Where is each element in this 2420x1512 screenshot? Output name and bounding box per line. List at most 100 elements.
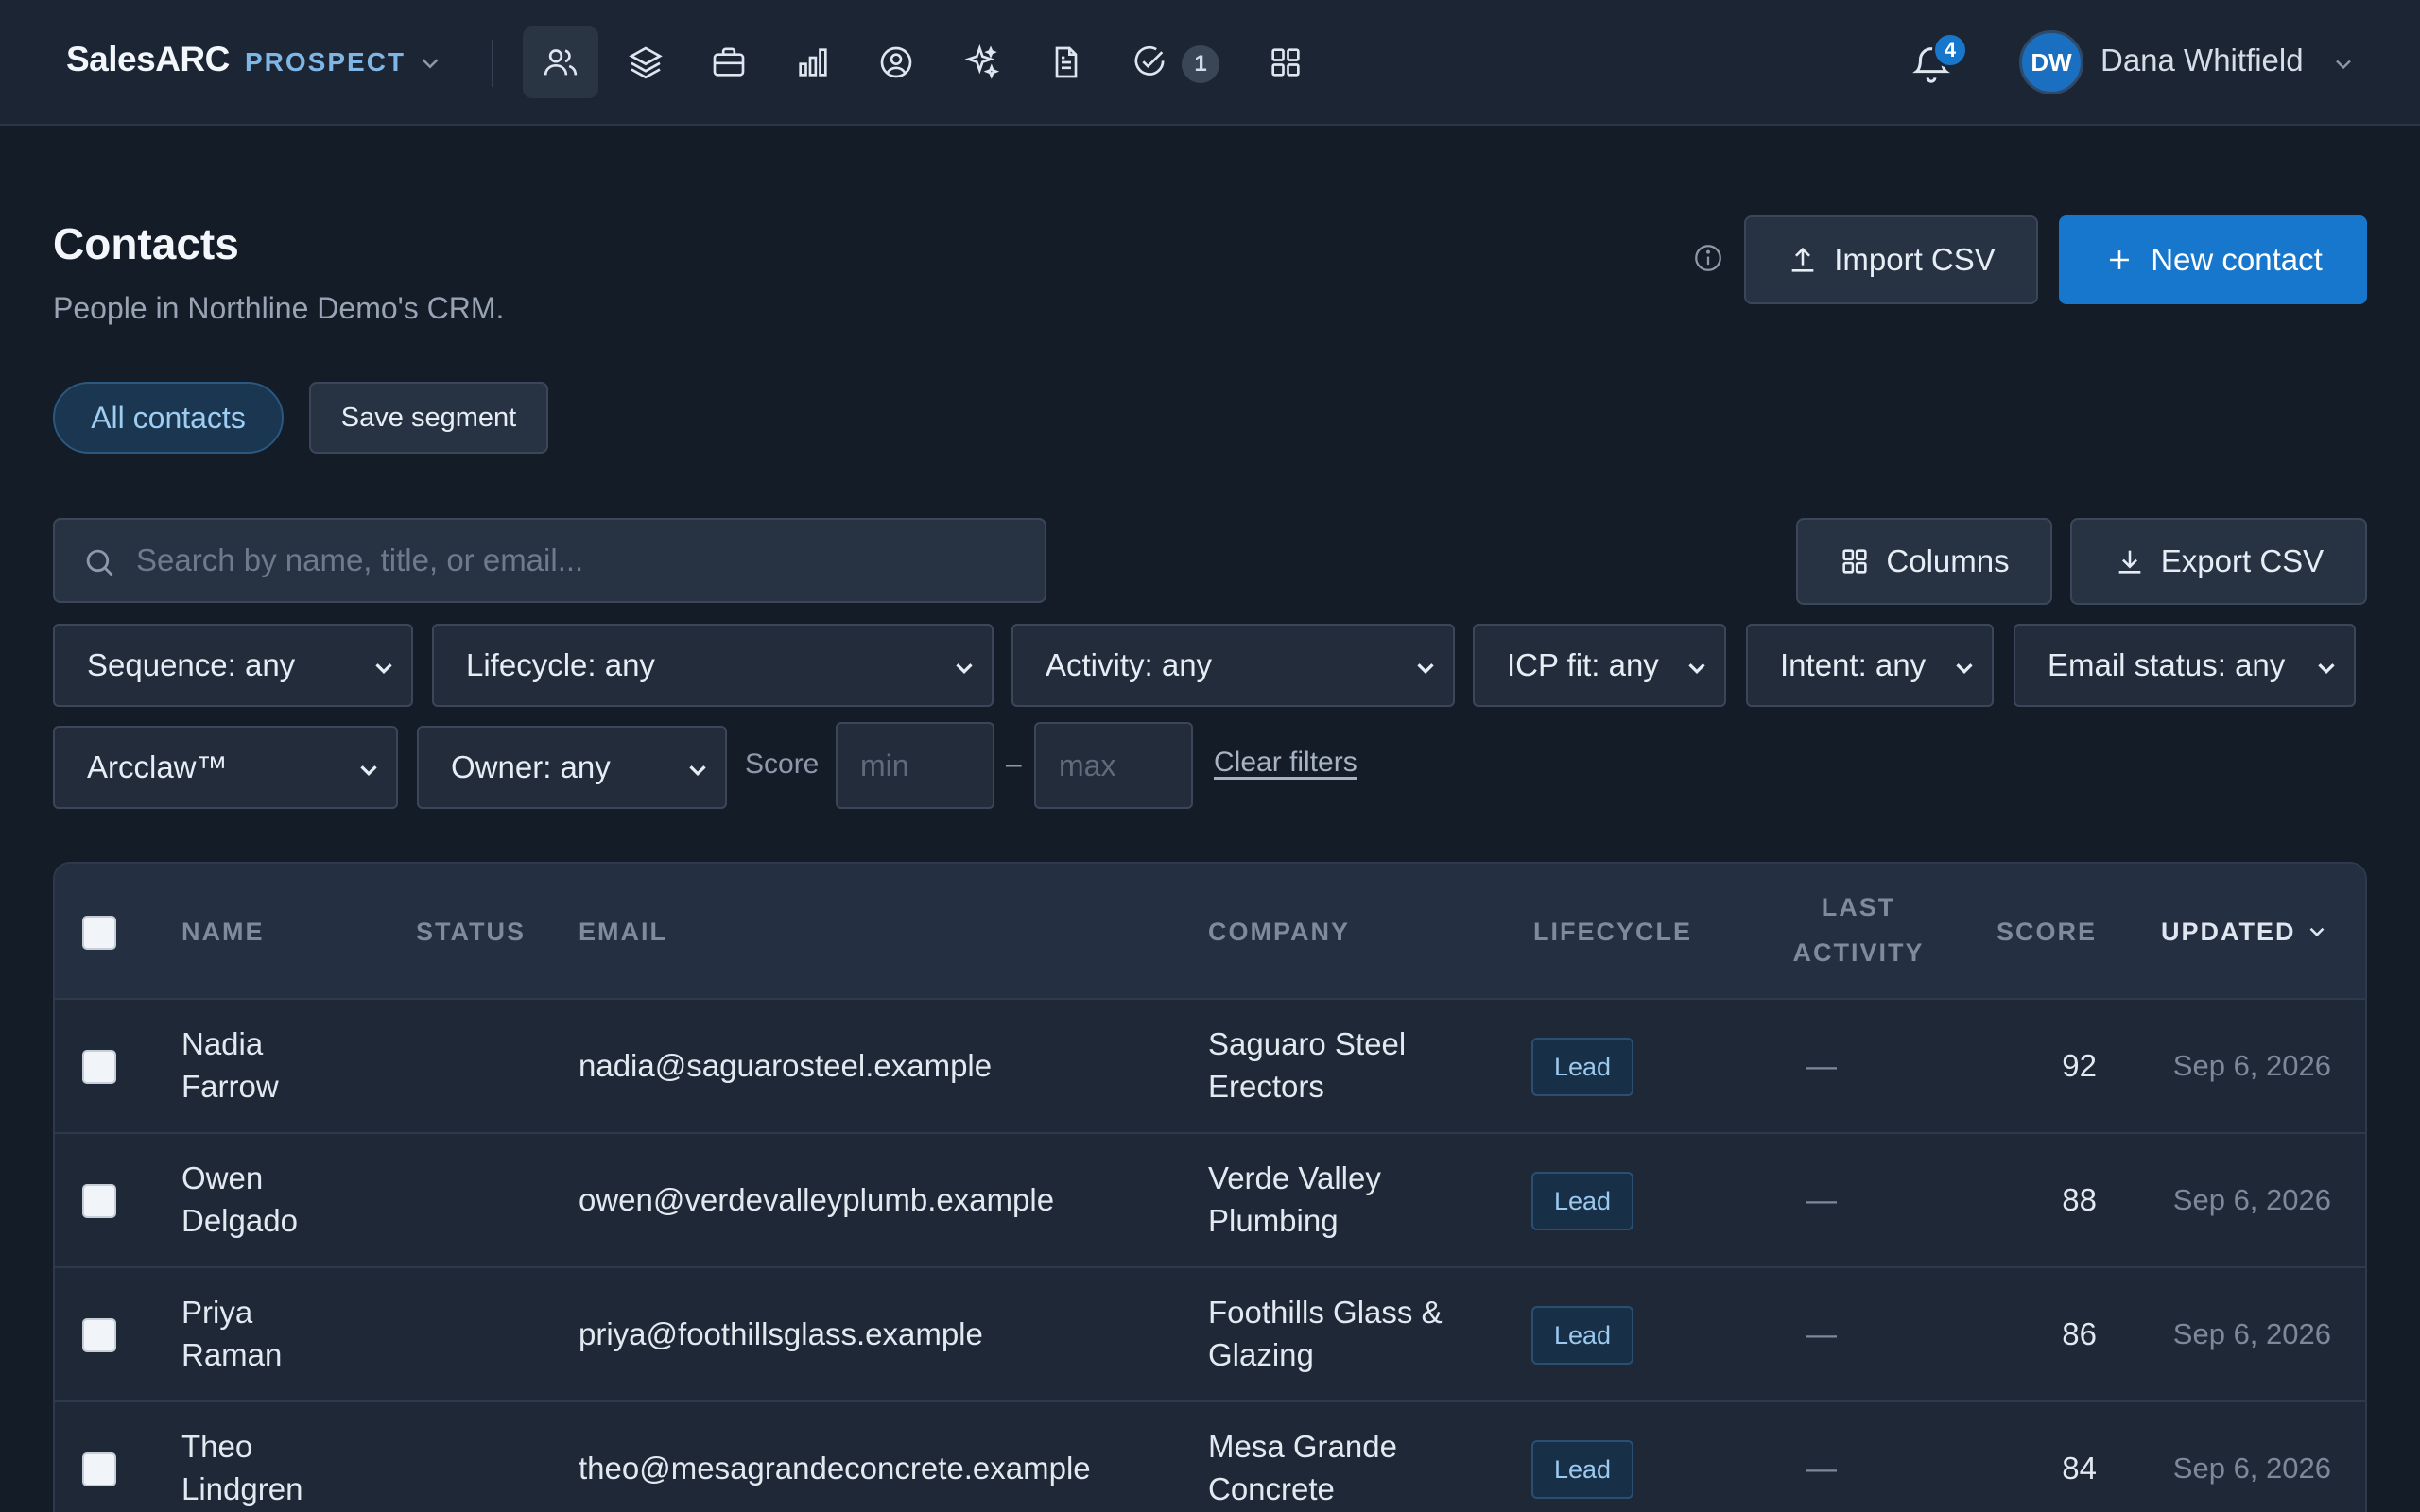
grid-icon (1842, 549, 1867, 574)
table-row[interactable]: Owen Delgado owen@verdevalleyplumb.examp… (55, 1132, 2365, 1266)
nav-divider (492, 40, 493, 87)
table-row[interactable]: Nadia Farrow nadia@saguarosteel.example … (55, 998, 2365, 1132)
column-header-score[interactable]: SCORE (1996, 918, 2097, 947)
contact-score: 88 (2062, 1182, 2097, 1217)
product-switcher-label[interactable]: PROSPECT (245, 47, 406, 77)
email-status-filter[interactable]: Email status: any (2014, 624, 2356, 707)
row-checkbox[interactable] (82, 1452, 116, 1486)
last-activity: — (1806, 1182, 1837, 1217)
clear-filters-link[interactable]: Clear filters (1214, 747, 1357, 779)
avatar[interactable]: DW (2019, 30, 2083, 94)
notification-count-badge: 4 (1932, 32, 1968, 68)
user-circle-icon (880, 46, 912, 78)
row-checkbox[interactable] (82, 1184, 116, 1218)
column-header-email[interactable]: EMAIL (579, 918, 667, 947)
icp-fit-filter[interactable]: ICP fit: any (1473, 624, 1726, 707)
arcclaw-filter[interactable]: Arcclaw™ (53, 726, 398, 809)
table-row[interactable]: Priya Raman priya@foothillsglass.example… (55, 1266, 2365, 1400)
contact-score: 84 (2062, 1451, 2097, 1486)
last-activity: — (1806, 1451, 1837, 1486)
column-header-last-activity-2[interactable]: ACTIVITY (1770, 938, 1947, 968)
contact-company: Verde Valley (1208, 1160, 1381, 1195)
chevron-down-icon (956, 663, 973, 675)
nav-deals[interactable] (691, 26, 767, 98)
lifecycle-badge: Lead (1531, 1440, 1634, 1499)
column-header-last-activity[interactable]: LAST (1802, 893, 1915, 922)
lifecycle-filter[interactable]: Lifecycle: any (432, 624, 994, 707)
nav-sequences[interactable] (608, 26, 683, 98)
activity-filter-value: Activity: any (1046, 647, 1213, 682)
save-segment-button[interactable]: Save segment (309, 382, 548, 454)
score-min-placeholder: min (860, 747, 909, 782)
contact-last-name[interactable]: Raman (182, 1333, 282, 1377)
intent-filter[interactable]: Intent: any (1746, 624, 1994, 707)
nav-apps[interactable] (1248, 26, 1323, 98)
contact-first-name[interactable]: Theo (182, 1425, 252, 1469)
contact-last-name[interactable]: Farrow (182, 1065, 279, 1108)
nav-reports[interactable] (775, 26, 851, 98)
table-header: NAME STATUS EMAIL COMPANY LIFECYCLE LAST… (55, 864, 2365, 998)
export-csv-button[interactable]: Export CSV (2070, 518, 2367, 605)
sequence-filter-value: Sequence: any (87, 647, 296, 682)
lifecycle-badge: Lead (1531, 1038, 1634, 1096)
chevron-down-icon (360, 765, 377, 777)
owner-filter-value: Owner: any (451, 749, 611, 784)
contact-first-name[interactable]: Nadia (182, 1022, 263, 1066)
sequence-filter[interactable]: Sequence: any (53, 624, 413, 707)
segment-all-contacts[interactable]: All contacts (53, 382, 284, 454)
columns-button[interactable]: Columns (1796, 518, 2052, 605)
export-csv-label: Export CSV (2160, 543, 2325, 578)
column-header-company[interactable]: COMPANY (1208, 918, 1350, 947)
chevron-down-icon (375, 663, 392, 675)
nav-contacts[interactable] (523, 26, 598, 98)
updated-date: Sep 6, 2026 (2172, 1452, 2331, 1485)
contact-last-name[interactable]: Delgado (182, 1199, 298, 1243)
updated-date: Sep 6, 2026 (2172, 1183, 2331, 1216)
search-input[interactable]: Search by name, title, or email... (53, 518, 1046, 603)
score-range-dash: – (1006, 748, 1022, 780)
nav-ai[interactable] (943, 26, 1019, 98)
contact-company: Foothills Glass & (1208, 1295, 1443, 1330)
column-header-updated[interactable]: UPDATED (2161, 918, 2296, 947)
intent-filter-value: Intent: any (1780, 647, 1927, 682)
chevron-down-icon[interactable] (416, 49, 444, 77)
grid-icon (1271, 48, 1300, 77)
nav-accounts[interactable] (858, 26, 934, 98)
contact-last-name[interactable]: Lindgren (182, 1468, 302, 1511)
chevron-down-icon[interactable] (2330, 51, 2357, 77)
table-row[interactable]: Theo Lindgren theo@mesagrandeconcrete.ex… (55, 1400, 2365, 1512)
column-header-name[interactable]: NAME (182, 918, 265, 947)
nav-tasks[interactable] (1112, 26, 1187, 98)
contact-score: 86 (2062, 1316, 2097, 1351)
column-header-status[interactable]: STATUS (416, 918, 526, 947)
score-min-input[interactable]: min (836, 722, 994, 809)
check-circle-icon (1134, 45, 1165, 76)
import-csv-button[interactable]: Import CSV (1744, 215, 2038, 304)
owner-filter[interactable]: Owner: any (417, 726, 727, 809)
contact-company-line-2: Erectors (1208, 1069, 1324, 1104)
nav-documents[interactable] (1028, 26, 1104, 98)
top-bar: SalesARC PROSPECT 1 4 DW Dana Whitfield (0, 0, 2420, 126)
page-title: Contacts (53, 219, 239, 268)
email-status-filter-value: Email status: any (2048, 647, 2286, 682)
contact-first-name[interactable]: Owen (182, 1157, 263, 1200)
row-checkbox[interactable] (82, 1050, 116, 1084)
new-contact-button[interactable]: New contact (2059, 215, 2367, 304)
column-header-lifecycle[interactable]: LIFECYCLE (1533, 918, 1692, 947)
info-icon[interactable] (1692, 242, 1724, 274)
select-all-checkbox[interactable] (82, 916, 116, 950)
score-max-input[interactable]: max (1034, 722, 1193, 809)
search-icon (86, 549, 113, 576)
sort-desc-icon[interactable] (2305, 919, 2329, 944)
contact-first-name[interactable]: Priya (182, 1291, 252, 1334)
contact-email: owen@verdevalleyplumb.example (579, 1182, 1055, 1217)
user-name[interactable]: Dana Whitfield (2100, 43, 2304, 78)
chevron-down-icon (2318, 663, 2335, 675)
contact-company-line-2: Concrete (1208, 1471, 1335, 1506)
score-label: Score (745, 748, 820, 780)
row-checkbox[interactable] (82, 1318, 116, 1352)
lifecycle-badge: Lead (1531, 1306, 1634, 1365)
brand-logo[interactable]: SalesARC (66, 40, 230, 79)
activity-filter[interactable]: Activity: any (1011, 624, 1455, 707)
sparkles-icon (964, 43, 1000, 79)
